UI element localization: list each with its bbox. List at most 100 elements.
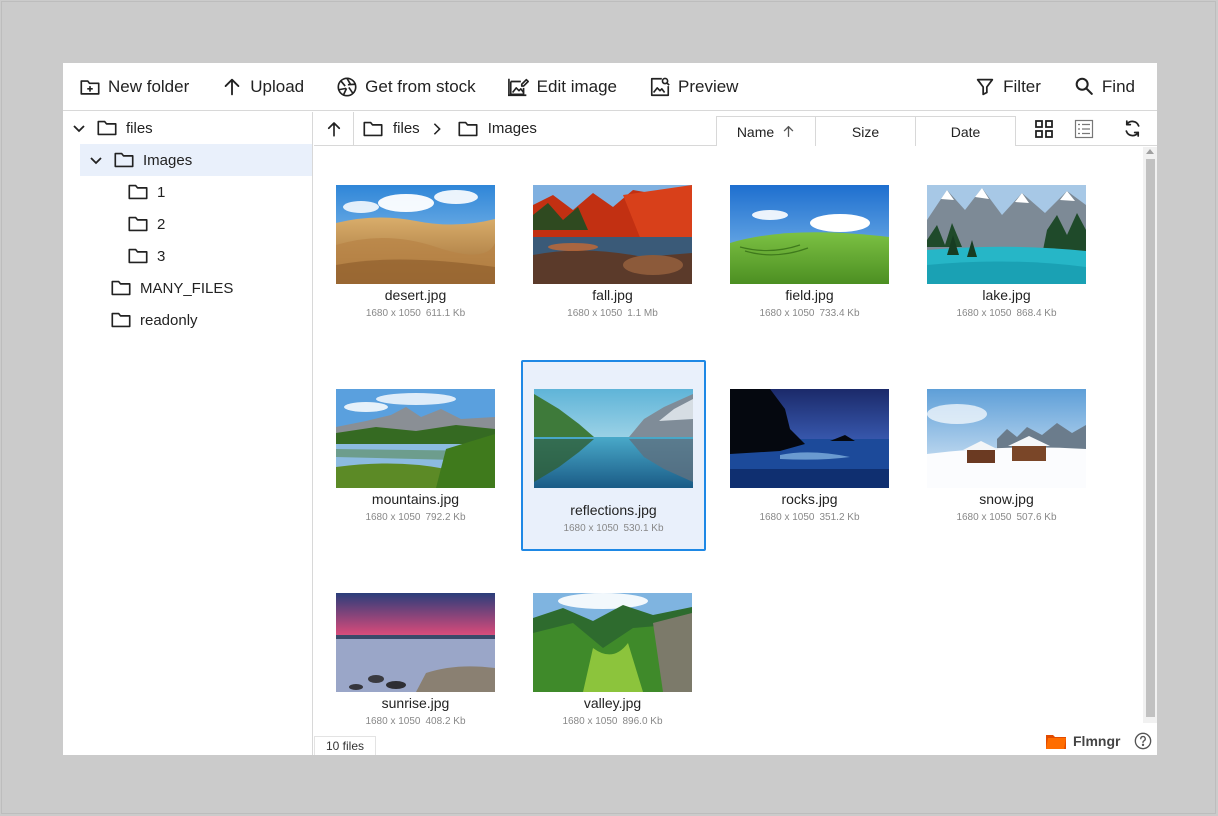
- toolbar: New folder Upload Get from stock Edit im…: [63, 63, 1157, 111]
- folder-plus-icon: [79, 76, 101, 98]
- file-tile[interactable]: rocks.jpg 1680 x 1050 351.2 Kb: [708, 351, 893, 542]
- file-size: 868.4 Kb: [1016, 308, 1057, 319]
- thumbnail-fall: [533, 185, 692, 284]
- tree-item-readonly[interactable]: readonly: [110, 304, 310, 336]
- file-dimensions: 1680 x 1050: [563, 523, 619, 534]
- brand-name: Flmngr: [1073, 733, 1121, 749]
- file-tile[interactable]: field.jpg 1680 x 1050 733.4 Kb: [708, 147, 893, 338]
- grid-icon: [1034, 119, 1054, 139]
- refresh-button[interactable]: [1116, 112, 1148, 145]
- breadcrumb-files[interactable]: files: [362, 118, 420, 140]
- tree-item-many-files[interactable]: MANY_FILES: [110, 272, 310, 304]
- sort-by-date-button[interactable]: Date: [916, 116, 1016, 146]
- search-icon: [1073, 76, 1095, 98]
- grid-view-button[interactable]: [1028, 112, 1060, 145]
- tree-label-many-files: MANY_FILES: [140, 279, 234, 297]
- arrow-up-icon: [221, 76, 243, 98]
- thumbnail-mountains: [336, 389, 495, 488]
- tree-item-2[interactable]: 2: [127, 208, 307, 240]
- get-from-stock-button[interactable]: Get from stock: [320, 63, 492, 111]
- get-from-stock-label: Get from stock: [365, 76, 476, 96]
- tree-item-3[interactable]: 3: [127, 240, 307, 272]
- vertical-scrollbar[interactable]: [1143, 147, 1157, 723]
- thumbnail-field: [730, 185, 889, 284]
- find-label: Find: [1101, 76, 1135, 96]
- aperture-icon: [336, 76, 358, 98]
- image-search-icon: [649, 76, 671, 98]
- upload-button[interactable]: Upload: [205, 63, 320, 111]
- sort-size-label: Size: [851, 123, 880, 140]
- file-size: 611.1 Kb: [425, 308, 466, 319]
- file-tile[interactable]: desert.jpg 1680 x 1050 611.1 Kb: [314, 147, 499, 338]
- breadcrumb: files Images: [362, 112, 537, 145]
- go-up-button[interactable]: [314, 112, 354, 145]
- edit-image-button[interactable]: Edit image: [492, 63, 633, 111]
- file-dimensions: 1680 x 1050: [759, 512, 815, 523]
- file-meta: 1680 x 1050 351.2 Kb: [708, 512, 911, 523]
- sort-controls: Name Size Date: [716, 116, 1016, 146]
- tree-label-3: 3: [157, 247, 166, 265]
- file-tile[interactable]: lake.jpg 1680 x 1050 868.4 Kb: [905, 147, 1090, 338]
- sort-by-size-button[interactable]: Size: [816, 116, 916, 146]
- help-icon[interactable]: [1134, 732, 1152, 750]
- file-dimensions: 1680 x 1050: [365, 512, 421, 523]
- file-size: 351.2 Kb: [819, 512, 860, 523]
- list-view-button[interactable]: [1068, 112, 1100, 145]
- file-grid: desert.jpg 1680 x 1050 611.1 Kb fall.jpg: [314, 147, 1143, 755]
- file-dimensions: 1680 x 1050: [956, 512, 1012, 523]
- thumbnail-rocks: [730, 389, 889, 488]
- thumbnail-snow: [927, 389, 1086, 488]
- file-size: 896.0 Kb: [622, 716, 663, 727]
- new-folder-button[interactable]: New folder: [63, 63, 205, 111]
- file-meta: 1680 x 1050 896.0 Kb: [511, 716, 714, 727]
- tree-item-files[interactable]: files: [71, 112, 311, 144]
- file-manager: New folder Upload Get from stock Edit im…: [63, 63, 1157, 755]
- breadcrumb-images-label: Images: [487, 120, 537, 137]
- file-tile[interactable]: sunrise.jpg 1680 x 1050 408.2 Kb: [314, 555, 499, 746]
- refresh-icon: [1122, 118, 1143, 139]
- file-dimensions: 1680 x 1050: [567, 308, 623, 319]
- preview-button[interactable]: Preview: [633, 63, 754, 111]
- file-tile[interactable]: snow.jpg 1680 x 1050 507.6 Kb: [905, 351, 1090, 542]
- sort-date-label: Date: [950, 123, 981, 140]
- folder-icon: [96, 117, 118, 139]
- tree-item-images[interactable]: Images: [80, 144, 312, 176]
- tree-label-1: 1: [157, 183, 166, 201]
- folder-icon: [127, 181, 149, 203]
- arrow-up-icon: [325, 120, 343, 138]
- folder-icon: [127, 245, 149, 267]
- file-meta: 1680 x 1050 611.1 Kb: [314, 308, 517, 319]
- tree-item-1[interactable]: 1: [127, 176, 307, 208]
- tree-label-2: 2: [157, 215, 166, 233]
- breadcrumb-images[interactable]: Images: [457, 118, 537, 140]
- file-tile[interactable]: fall.jpg 1680 x 1050 1.1 Mb: [511, 147, 696, 338]
- file-name: snow.jpg: [979, 491, 1034, 507]
- file-dimensions: 1680 x 1050: [956, 308, 1012, 319]
- folder-icon: [113, 149, 135, 171]
- file-meta: 1680 x 1050 792.2 Kb: [314, 512, 517, 523]
- flmngr-logo-icon: [1045, 732, 1067, 750]
- file-tile[interactable]: valley.jpg 1680 x 1050 896.0 Kb: [511, 555, 696, 746]
- find-button[interactable]: Find: [1057, 63, 1157, 111]
- scrollbar-thumb[interactable]: [1146, 159, 1155, 717]
- file-size: 530.1 Kb: [623, 523, 664, 534]
- file-tile[interactable]: reflections.jpg 1680 x 1050 530.1 Kb: [521, 360, 706, 551]
- folder-tree: files Images 1 2 3 MANY_FILES readonly: [63, 112, 313, 755]
- file-name: reflections.jpg: [570, 502, 657, 518]
- file-meta: 1680 x 1050 408.2 Kb: [314, 716, 517, 727]
- file-size: 792.2 Kb: [425, 512, 466, 523]
- file-name: lake.jpg: [982, 287, 1031, 303]
- chevron-down-icon[interactable]: [88, 152, 104, 168]
- scroll-up-arrow-icon[interactable]: [1146, 149, 1154, 154]
- sort-by-name-button[interactable]: Name: [716, 116, 816, 146]
- new-folder-label: New folder: [108, 76, 190, 96]
- chevron-down-icon[interactable]: [71, 120, 87, 136]
- file-meta: 1680 x 1050 733.4 Kb: [708, 308, 911, 319]
- preview-label: Preview: [678, 76, 739, 96]
- filter-button[interactable]: Filter: [958, 63, 1057, 111]
- file-size: 507.6 Kb: [1016, 512, 1057, 523]
- file-size: 408.2 Kb: [425, 716, 466, 727]
- file-name: valley.jpg: [583, 695, 642, 711]
- upload-label: Upload: [250, 76, 305, 96]
- file-tile[interactable]: mountains.jpg 1680 x 1050 792.2 Kb: [314, 351, 499, 542]
